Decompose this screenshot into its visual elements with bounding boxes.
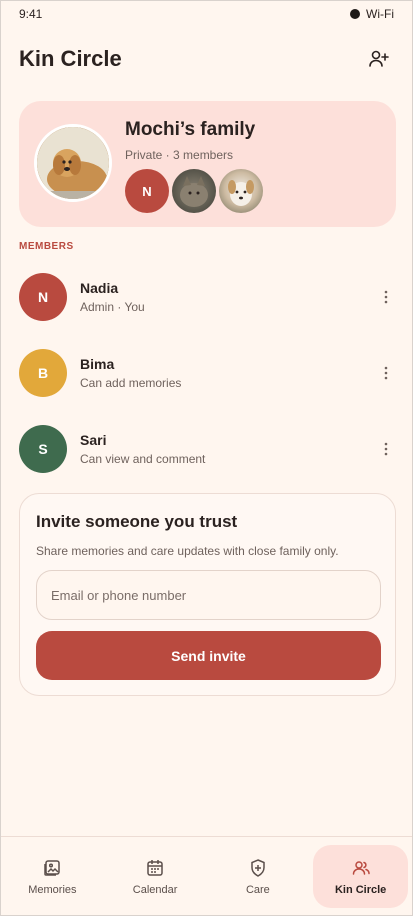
kebab-icon bbox=[384, 442, 388, 456]
shield-plus-icon bbox=[251, 858, 265, 877]
member-role: Can view and comment bbox=[80, 452, 206, 466]
list-item[interactable]: B Bima Can add memories bbox=[19, 347, 396, 399]
member-name: Sari bbox=[80, 432, 107, 448]
member-role: Admin · You bbox=[80, 300, 145, 314]
people-icon bbox=[352, 860, 370, 875]
more-options-button[interactable] bbox=[376, 359, 396, 387]
cat-avatar[interactable] bbox=[172, 169, 216, 213]
bottom-nav: Memories Calendar Care Kin Circle bbox=[1, 836, 412, 915]
avatar[interactable]: N bbox=[125, 169, 169, 213]
invite-contact-input[interactable] bbox=[36, 570, 381, 620]
invite-title: Invite someone you trust bbox=[36, 512, 238, 531]
send-invite-button[interactable]: Send invite bbox=[36, 631, 381, 680]
gallery-icon bbox=[44, 859, 61, 876]
members-section-label: MEMBERS bbox=[19, 241, 74, 252]
nav-item-care[interactable]: Care bbox=[207, 837, 310, 915]
member-name: Bima bbox=[80, 356, 115, 372]
member-text: Bima Can add memories bbox=[80, 356, 376, 390]
nav-item-kin-circle[interactable]: Kin Circle bbox=[309, 837, 412, 915]
family-member-avatars: N bbox=[125, 169, 263, 213]
app-header: Kin Circle bbox=[1, 27, 412, 91]
family-card[interactable]: Mochi’s family Private · 3 members N bbox=[19, 101, 396, 227]
member-text: Nadia Admin · You bbox=[80, 280, 376, 314]
kebab-icon bbox=[384, 290, 388, 304]
dog-photo-icon bbox=[37, 127, 109, 199]
member-role: Can add memories bbox=[80, 376, 182, 390]
status-right: Wi-Fi bbox=[350, 7, 394, 21]
status-bar: 9:41 Wi-Fi bbox=[1, 1, 412, 27]
more-options-button[interactable] bbox=[376, 435, 396, 463]
calendar-icon bbox=[147, 859, 163, 876]
camera-dot-icon bbox=[350, 9, 361, 19]
invite-card: Invite someone you trust Share memories … bbox=[19, 493, 396, 696]
invite-subtitle: Share memories and care updates with clo… bbox=[36, 544, 339, 558]
nav-label: Kin Circle bbox=[334, 883, 387, 896]
add-person-icon bbox=[369, 50, 389, 67]
avatar: B bbox=[19, 349, 67, 397]
nav-item-calendar[interactable]: Calendar bbox=[104, 837, 207, 915]
add-person-button[interactable] bbox=[364, 44, 394, 74]
cat-photo-icon bbox=[180, 176, 208, 207]
page-title: Kin Circle bbox=[19, 46, 122, 71]
family-meta: Private · 3 members bbox=[125, 148, 234, 162]
family-photo bbox=[34, 124, 112, 202]
status-time: 9:41 bbox=[19, 7, 43, 21]
kebab-icon bbox=[384, 366, 388, 380]
nav-item-memories[interactable]: Memories bbox=[1, 837, 104, 915]
wifi-label: Wi-Fi bbox=[366, 7, 394, 21]
list-item[interactable]: S Sari Can view and comment bbox=[19, 423, 396, 475]
family-name: Mochi’s family bbox=[125, 119, 256, 140]
nav-label: Care bbox=[245, 883, 270, 896]
dog-photo-icon bbox=[228, 180, 254, 206]
more-options-button[interactable] bbox=[376, 283, 396, 311]
nav-label: Calendar bbox=[132, 883, 178, 896]
avatar: N bbox=[19, 273, 67, 321]
member-text: Sari Can view and comment bbox=[80, 432, 376, 466]
phone-screen: 9:41 Wi-Fi Kin Circle Mochi’s family Pri… bbox=[0, 0, 413, 916]
list-item[interactable]: N Nadia Admin · You bbox=[19, 271, 396, 323]
member-name: Nadia bbox=[80, 280, 119, 296]
nav-label: Memories bbox=[28, 883, 77, 896]
avatar: S bbox=[19, 425, 67, 473]
dog-avatar[interactable] bbox=[219, 169, 263, 213]
